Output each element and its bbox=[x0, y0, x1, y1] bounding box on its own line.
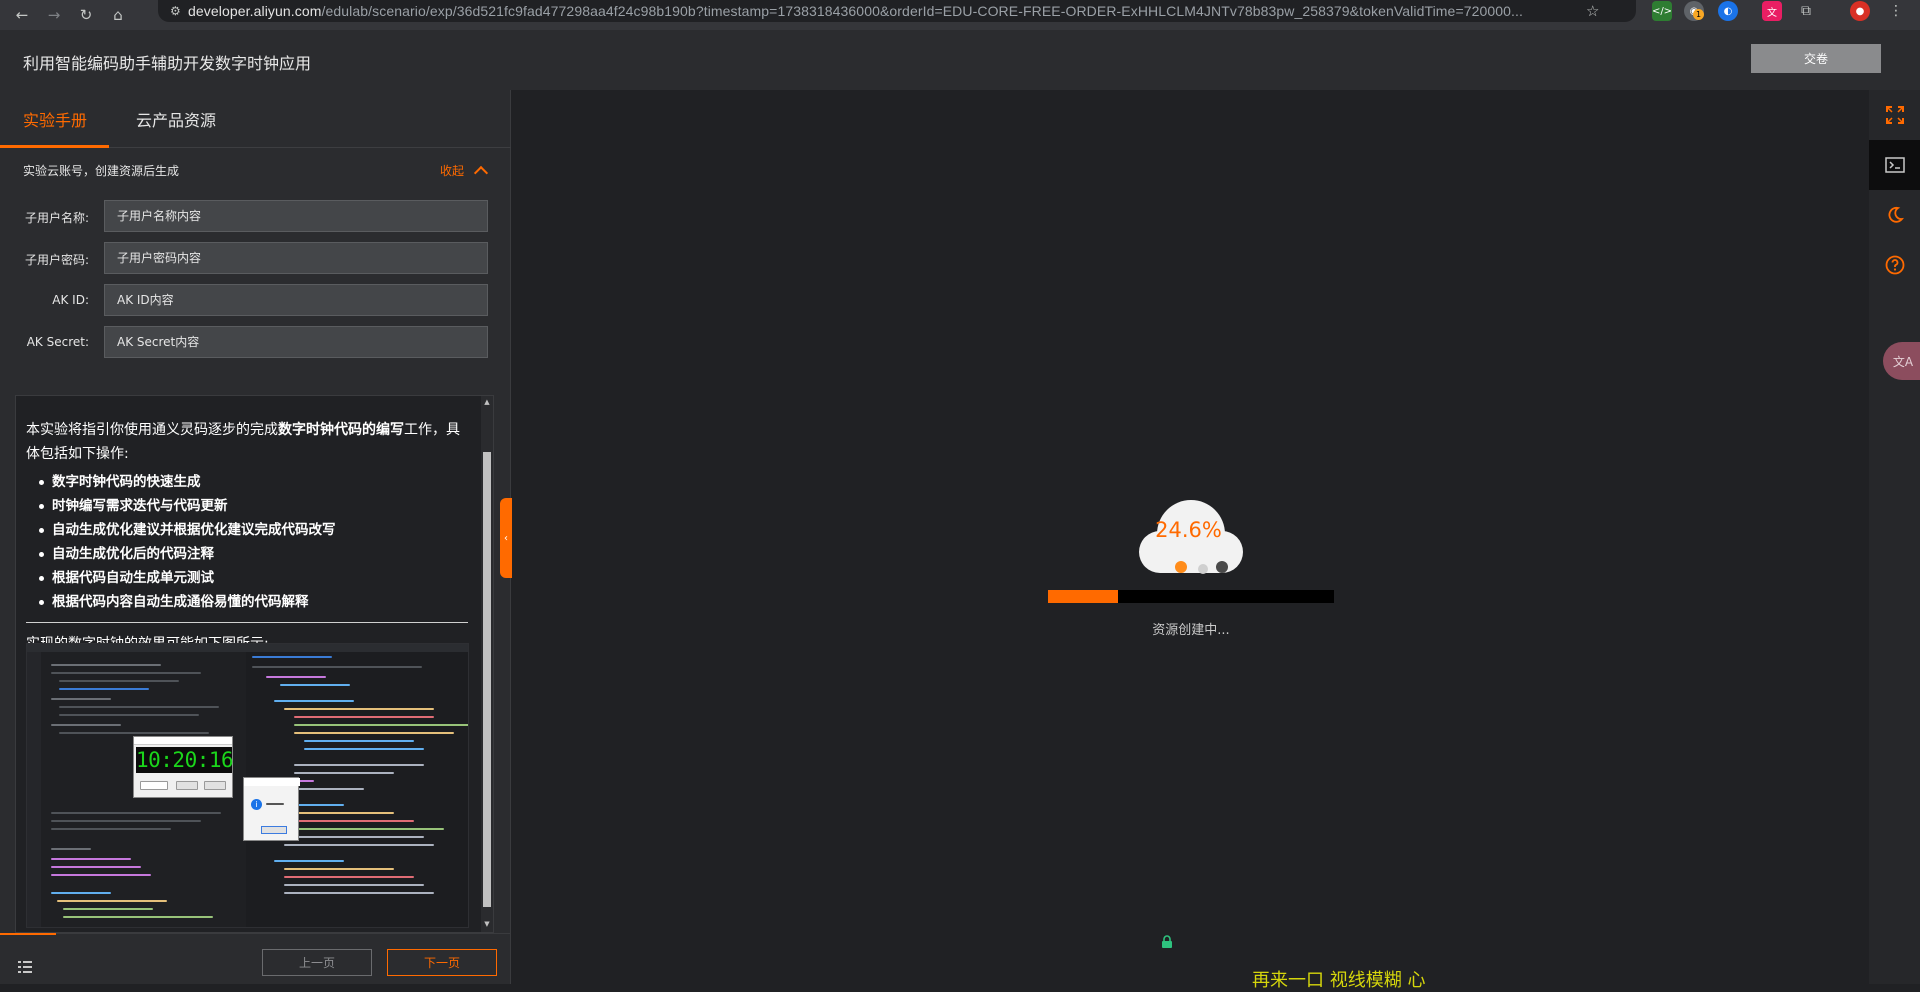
theme-toggle-button[interactable] bbox=[1869, 190, 1920, 240]
collapse-button[interactable]: 收起 bbox=[440, 162, 489, 181]
fullscreen-icon bbox=[1885, 106, 1904, 124]
collapse-label: 收起 bbox=[440, 164, 465, 178]
extension-lock-icon[interactable]: ◐ bbox=[1718, 1, 1738, 21]
main-workspace: 24.6% 资源创建中... 再来一口 视线模糊 心 bbox=[512, 90, 1869, 991]
list-item: 根据代码内容自动生成通俗易懂的代码解释 bbox=[39, 590, 473, 614]
manual-intro: 本实验将指引你使用通义灵码逐步的完成数字时钟代码的编写工作，具体包括如下操作: bbox=[26, 418, 473, 466]
progress-bar-fill bbox=[1048, 590, 1119, 603]
field-sub-password: 子用户密码: 子用户密码内容 bbox=[0, 242, 511, 274]
extension-badge: 1 bbox=[1693, 9, 1704, 20]
scroll-down-icon[interactable]: ▼ bbox=[483, 920, 491, 930]
next-page-button[interactable]: 下一页 bbox=[387, 949, 497, 976]
list-item: 自动生成优化后的代码注释 bbox=[39, 542, 473, 566]
browser-toolbar: ← → ↻ ⌂ ⚙ developer.aliyun.com/edulab/sc… bbox=[0, 0, 1920, 30]
tab-cloud-resources[interactable]: 云产品资源 bbox=[136, 107, 216, 131]
dialog-ok-button bbox=[261, 826, 287, 834]
clock-titlebar bbox=[134, 737, 232, 745]
ak-secret-field[interactable]: AK Secret内容 bbox=[104, 326, 488, 358]
site-info-icon[interactable]: ⚙ bbox=[170, 4, 188, 18]
ide-menubar bbox=[27, 644, 468, 652]
help-button[interactable] bbox=[1869, 240, 1920, 290]
field-ak-secret: AK Secret: AK Secret内容 bbox=[0, 326, 511, 358]
back-icon[interactable]: ← bbox=[10, 3, 34, 27]
clock-display: 10:20:16 bbox=[136, 747, 234, 773]
browser-menu-icon[interactable]: ⋮ bbox=[1886, 1, 1906, 21]
bookmark-star-icon[interactable]: ☆ bbox=[1586, 2, 1599, 20]
terminal-icon bbox=[1884, 157, 1905, 173]
lab-manual-content[interactable]: 本实验将指引你使用通义灵码逐步的完成数字时钟代码的编写工作，具体包括如下操作: … bbox=[15, 395, 494, 933]
divider bbox=[26, 622, 468, 623]
overlay-caption: 再来一口 视线模糊 心 bbox=[1252, 970, 1426, 991]
extension-translate-icon[interactable]: 文 bbox=[1762, 1, 1782, 21]
clock-demo-screenshot: 10:20:16 i bbox=[26, 643, 469, 928]
help-icon bbox=[1885, 255, 1904, 275]
scroll-up-icon[interactable]: ▲ bbox=[483, 398, 491, 408]
url-path: /edulab/scenario/exp/36d521fc9fad477298a… bbox=[321, 3, 1524, 19]
progress-bar bbox=[1048, 590, 1334, 603]
progress-percent: 24.6% bbox=[1155, 518, 1222, 542]
intro-text: 本实验将指引你使用通义灵码逐步的完成 bbox=[26, 422, 278, 438]
tab-lab-manual[interactable]: 实验手册 bbox=[23, 107, 87, 131]
chevron-left-icon: ‹ bbox=[504, 532, 508, 544]
extension-code-icon[interactable]: </> bbox=[1652, 1, 1672, 21]
left-panel: 实验手册 云产品资源 实验云账号，创建资源后生成 收起 子用户名称: 子用户名称… bbox=[0, 90, 511, 984]
field-label: AK Secret: bbox=[26, 335, 89, 349]
manual-body: 本实验将指引你使用通义灵码逐步的完成数字时钟代码的编写工作，具体包括如下操作: … bbox=[26, 418, 473, 655]
terminal-button[interactable] bbox=[1869, 140, 1920, 190]
sub-password-field[interactable]: 子用户密码内容 bbox=[104, 242, 488, 274]
info-icon: i bbox=[251, 799, 262, 810]
manual-footer: 上一页 下一页 bbox=[0, 933, 511, 984]
fullscreen-button[interactable] bbox=[1869, 90, 1920, 140]
ide-activity-bar bbox=[27, 652, 41, 927]
list-item: 根据代码自动生成单元测试 bbox=[39, 566, 473, 590]
manual-scrollbar[interactable]: ▲ ▼ bbox=[481, 396, 493, 932]
extensions-puzzle-icon[interactable]: ⧉ bbox=[1796, 1, 1816, 21]
loading-dot bbox=[1198, 564, 1208, 574]
home-icon[interactable]: ⌂ bbox=[106, 3, 130, 27]
moon-icon bbox=[1888, 206, 1904, 223]
panel-tabs: 实验手册 云产品资源 bbox=[0, 90, 511, 148]
account-heading: 实验云账号，创建资源后生成 bbox=[23, 164, 180, 178]
url-text[interactable]: developer.aliyun.com/edulab/scenario/exp… bbox=[188, 3, 1578, 19]
chevron-up-icon bbox=[473, 165, 489, 181]
lock-icon bbox=[1162, 935, 1172, 948]
task-list: 数字时钟代码的快速生成 时钟编写需求迭代与代码更新 自动生成优化建议并根据优化建… bbox=[26, 470, 473, 614]
loading-status: 资源创建中... bbox=[1152, 623, 1230, 638]
right-toolbar bbox=[1869, 90, 1920, 984]
clock-app-window: 10:20:16 bbox=[133, 736, 234, 798]
tab-active-indicator bbox=[0, 145, 109, 148]
translate-button[interactable]: 文A bbox=[1883, 342, 1920, 380]
panel-collapse-handle[interactable]: ‹ bbox=[500, 498, 512, 578]
address-bar[interactable]: ⚙ developer.aliyun.com/edulab/scenario/e… bbox=[158, 0, 1636, 22]
intro-highlight: 数字时钟代码的编写 bbox=[278, 422, 404, 438]
field-label: AK ID: bbox=[52, 293, 89, 307]
sub-username-field[interactable]: 子用户名称内容 bbox=[104, 200, 488, 232]
loading-cloud: 24.6% bbox=[1136, 496, 1246, 586]
list-item: 自动生成优化建议并根据优化建议完成代码改写 bbox=[39, 518, 473, 542]
url-host: developer.aliyun.com bbox=[188, 3, 322, 19]
forward-icon[interactable]: → bbox=[42, 3, 66, 27]
field-ak-id: AK ID: AK ID内容 bbox=[0, 284, 511, 316]
loading-dot bbox=[1175, 561, 1187, 573]
loading-dot bbox=[1216, 561, 1228, 573]
submit-exam-button[interactable]: 交卷 bbox=[1751, 44, 1881, 73]
info-dialog: i bbox=[243, 777, 300, 841]
prev-page-button[interactable]: 上一页 bbox=[262, 949, 372, 976]
reload-icon[interactable]: ↻ bbox=[74, 3, 98, 27]
list-item: 数字时钟代码的快速生成 bbox=[39, 470, 473, 494]
field-sub-username: 子用户名称: 子用户名称内容 bbox=[0, 200, 511, 232]
ak-id-field[interactable]: AK ID内容 bbox=[104, 284, 488, 316]
profile-avatar-icon[interactable]: ● bbox=[1850, 1, 1870, 21]
manual-progress-indicator bbox=[0, 933, 56, 935]
list-item: 时钟编写需求迭代与代码更新 bbox=[39, 494, 473, 518]
translate-icon: 文A bbox=[1892, 354, 1914, 369]
field-label: 子用户密码: bbox=[24, 253, 89, 267]
scrollbar-thumb[interactable] bbox=[483, 452, 491, 907]
page-title: 利用智能编码助手辅助开发数字时钟应用 bbox=[23, 54, 312, 73]
field-label: 子用户名称: bbox=[24, 211, 89, 225]
list-menu-icon[interactable] bbox=[18, 961, 32, 973]
app-header: 利用智能编码助手辅助开发数字时钟应用 交卷 bbox=[0, 30, 1920, 90]
